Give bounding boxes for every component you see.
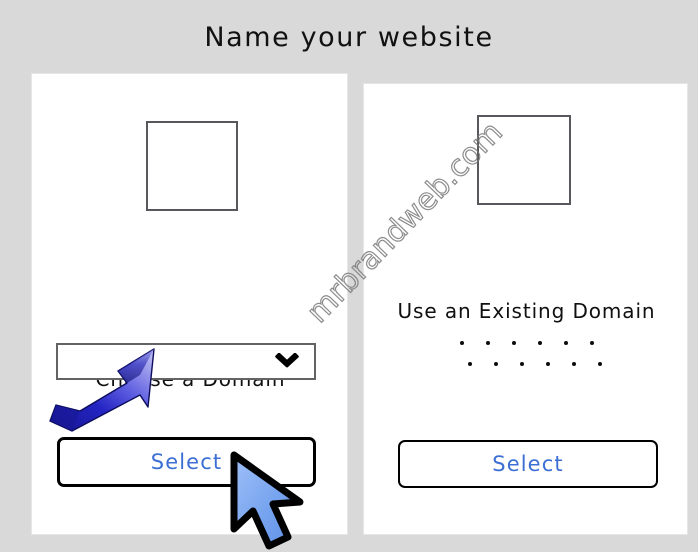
dot-icon xyxy=(563,340,568,345)
card-existing-domain: Use an Existing Domain Select xyxy=(363,83,688,535)
dot-icon xyxy=(459,340,464,345)
select-button-left[interactable]: Select xyxy=(57,437,316,487)
masked-domain-dots xyxy=(364,332,689,374)
dot-icon xyxy=(468,361,472,366)
page-title: Name your website xyxy=(204,22,494,53)
domain-select-dropdown[interactable] xyxy=(56,343,316,380)
dot-icon xyxy=(485,340,490,345)
card-choose-domain: Choose a Domain Select xyxy=(31,73,348,535)
dot-icon xyxy=(511,340,516,345)
chevron-down-icon xyxy=(275,352,299,367)
dots-row xyxy=(364,332,689,353)
dot-icon xyxy=(546,361,550,366)
select-button-right[interactable]: Select xyxy=(398,440,658,488)
dot-icon xyxy=(572,361,576,366)
image-placeholder-icon xyxy=(477,115,571,205)
dot-icon xyxy=(494,361,498,366)
dot-icon xyxy=(520,361,524,366)
select-button-left-label: Select xyxy=(150,450,223,474)
existing-domain-label: Use an Existing Domain xyxy=(397,299,656,323)
screen-root: Name your website Choose a Domain Select… xyxy=(0,0,698,552)
select-button-right-label: Select xyxy=(492,452,564,476)
dot-icon xyxy=(589,340,594,345)
image-placeholder-icon xyxy=(146,121,238,211)
dot-icon xyxy=(537,340,542,345)
dots-row xyxy=(364,353,689,374)
dot-icon xyxy=(598,361,602,366)
